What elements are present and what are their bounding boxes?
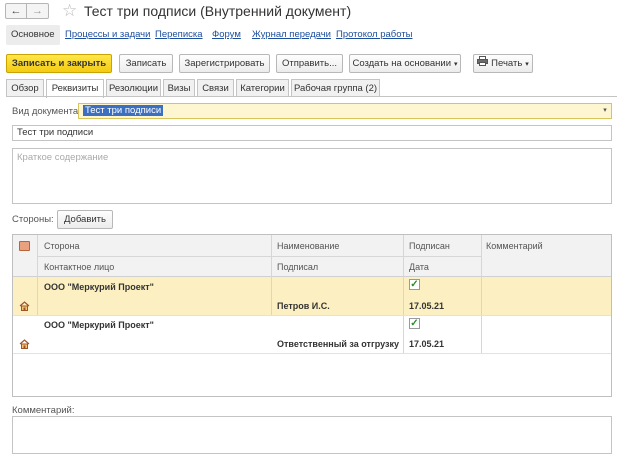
arrow-left-icon: ←	[10, 5, 22, 17]
col-signer[interactable]: Подписал	[277, 262, 318, 272]
column-divider	[481, 235, 482, 353]
favorite-star-icon[interactable]: ☆	[62, 0, 77, 22]
table-settings-icon[interactable]	[19, 241, 30, 251]
table-row[interactable]: ООО "Меркурий Проект" ✓ Петров И.С. 17.0…	[13, 277, 611, 315]
signed-checkbox[interactable]: ✓	[409, 279, 420, 290]
save-button[interactable]: Записать	[119, 54, 173, 73]
row-signer: Петров И.С.	[277, 301, 330, 311]
col-name[interactable]: Наименование	[277, 241, 339, 251]
nav-work-log[interactable]: Протокол работы	[336, 25, 413, 45]
parties-label: Стороны:	[12, 214, 54, 225]
row-signer: Ответственный за отгрузку	[277, 339, 399, 349]
forward-button[interactable]: →	[27, 3, 49, 19]
table-row[interactable]: ООО "Меркурий Проект" ✓ Ответственный за…	[13, 315, 611, 353]
summary-placeholder: Краткое содержание	[17, 152, 109, 163]
row-divider	[13, 315, 611, 316]
send-button[interactable]: Отправить...	[276, 54, 343, 73]
col-party[interactable]: Сторона	[44, 241, 80, 251]
doc-type-field[interactable]: Тест три подписи ▾	[78, 103, 612, 119]
printer-icon	[477, 55, 489, 72]
tab-work-group[interactable]: Рабочая группа (2)	[291, 79, 380, 97]
title-field[interactable]: Тест три подписи	[12, 125, 612, 141]
print-button[interactable]: Печать ▾	[473, 54, 533, 73]
arrow-right-icon: →	[32, 5, 43, 17]
summary-textarea[interactable]: Краткое содержание	[12, 148, 612, 204]
col-signed[interactable]: Подписан	[409, 241, 450, 251]
table-header: Сторона Наименование Подписан Комментари…	[13, 235, 611, 277]
signed-checkbox[interactable]: ✓	[409, 318, 420, 329]
header-divider	[37, 256, 481, 257]
column-divider	[403, 235, 404, 353]
tab-categories[interactable]: Категории	[236, 79, 289, 97]
column-divider	[37, 235, 38, 315]
tab-divider	[6, 96, 617, 97]
tab-links[interactable]: Связи	[197, 79, 234, 97]
tab-visas[interactable]: Визы	[163, 79, 195, 97]
row-date: 17.05.21	[409, 301, 445, 311]
command-bar: Записать и закрыть Записать Зарегистриро…	[0, 52, 623, 74]
chevron-down-icon: ▾	[525, 61, 529, 69]
window-title: Тест три подписи (Внутренний документ)	[84, 3, 352, 19]
house-icon	[19, 339, 30, 349]
print-label: Печать	[491, 58, 523, 70]
create-based-on-label: Создать на основании	[352, 58, 452, 69]
comment-label: Комментарий:	[12, 405, 75, 416]
tab-resolutions[interactable]: Резолюции	[106, 79, 161, 97]
nav-processes-tasks[interactable]: Процессы и задачи	[65, 25, 150, 45]
house-icon	[19, 301, 30, 311]
add-party-button[interactable]: Добавить	[57, 210, 113, 229]
nav-main[interactable]: Основное	[6, 25, 60, 45]
comment-textarea[interactable]	[12, 416, 612, 454]
col-date[interactable]: Дата	[409, 262, 429, 272]
panel-navigation: Основное Процессы и задачи Переписка Фор…	[0, 24, 623, 46]
nav-forum[interactable]: Форум	[212, 25, 241, 45]
column-divider	[271, 235, 272, 315]
doc-type-label: Вид документа:	[12, 106, 81, 117]
title-bar: ← → ☆ Тест три подписи (Внутренний докум…	[0, 0, 623, 22]
doc-type-value: Тест три подписи	[83, 105, 164, 116]
save-and-close-button[interactable]: Записать и закрыть	[6, 54, 112, 73]
row-divider	[13, 353, 611, 354]
col-contact[interactable]: Контактное лицо	[44, 262, 114, 272]
col-comment[interactable]: Комментарий	[486, 241, 543, 251]
row-date: 17.05.21	[409, 339, 445, 349]
back-button[interactable]: ←	[5, 3, 27, 19]
row-party: ООО "Меркурий Проект"	[44, 320, 154, 330]
parties-table[interactable]: Сторона Наименование Подписан Комментари…	[12, 234, 612, 397]
tab-overview[interactable]: Обзор	[6, 79, 44, 97]
register-button[interactable]: Зарегистрировать	[179, 54, 270, 73]
row-party: ООО "Меркурий Проект"	[44, 282, 154, 292]
chevron-down-icon[interactable]: ▾	[599, 104, 611, 118]
chevron-down-icon: ▾	[454, 61, 458, 68]
nav-transfer-log[interactable]: Журнал передачи	[252, 25, 331, 45]
create-based-on-button[interactable]: Создать на основании ▾	[349, 54, 461, 73]
nav-correspondence[interactable]: Переписка	[155, 25, 203, 45]
